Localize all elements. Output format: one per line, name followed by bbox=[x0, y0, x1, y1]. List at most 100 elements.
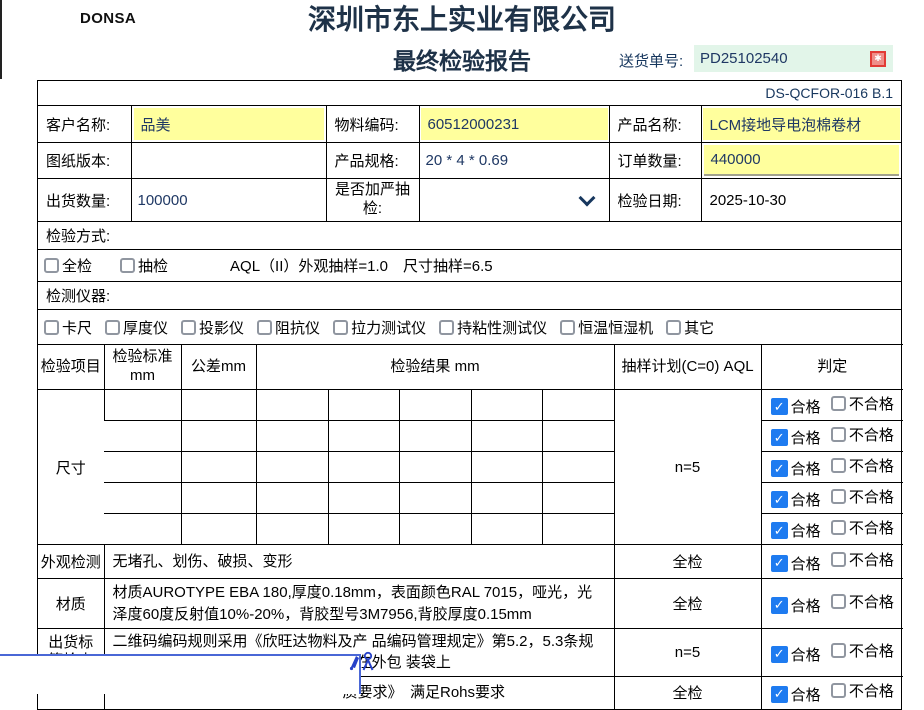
result-cell[interactable] bbox=[256, 421, 328, 452]
thickness-gauge-label: 厚度仪 bbox=[123, 317, 168, 338]
fail-label: 不合格 bbox=[849, 455, 894, 476]
result-cell[interactable] bbox=[328, 483, 399, 514]
result-cell[interactable] bbox=[399, 452, 471, 483]
pass-checkbox[interactable]: ✓ bbox=[771, 429, 788, 446]
result-cell[interactable] bbox=[542, 483, 614, 514]
result-cell[interactable] bbox=[542, 421, 614, 452]
instrument-option-thickness-gauge[interactable]: 厚度仪 bbox=[105, 317, 168, 338]
material-code-field[interactable]: 60512000231 bbox=[419, 106, 609, 143]
delivery-no-value[interactable]: PD25102540 bbox=[694, 50, 870, 67]
result-cell[interactable] bbox=[471, 514, 542, 545]
sampling-option[interactable]: 抽检 bbox=[120, 255, 168, 276]
fail-checkbox[interactable] bbox=[831, 520, 846, 535]
sampling-checkbox[interactable] bbox=[120, 258, 135, 273]
result-cell[interactable] bbox=[328, 514, 399, 545]
result-cell[interactable] bbox=[256, 483, 328, 514]
standard-cell[interactable] bbox=[104, 452, 181, 483]
instrument-option-tension-tester[interactable]: 拉力测试仪 bbox=[333, 317, 426, 338]
ship-qty-field[interactable]: 100000 bbox=[131, 179, 326, 222]
fail-checkbox[interactable] bbox=[831, 427, 846, 442]
spec-value[interactable]: 20 * 4 * 0.69 bbox=[420, 152, 515, 169]
adhesion-tester-checkbox[interactable] bbox=[439, 320, 454, 335]
spec-field[interactable]: 20 * 4 * 0.69 bbox=[419, 143, 609, 179]
delivery-no-field[interactable]: PD25102540 ✱ bbox=[694, 45, 893, 72]
strict-inspection-dropdown[interactable] bbox=[419, 179, 609, 222]
result-cell[interactable] bbox=[256, 514, 328, 545]
order-qty-field[interactable]: 440000 bbox=[701, 143, 901, 179]
ship-qty-value[interactable]: 100000 bbox=[132, 192, 194, 209]
pass-checkbox[interactable]: ✓ bbox=[771, 398, 788, 415]
drawing-version-field[interactable] bbox=[131, 143, 326, 179]
clear-field-icon[interactable]: ✱ bbox=[870, 51, 886, 67]
result-cell[interactable] bbox=[399, 483, 471, 514]
result-cell[interactable] bbox=[399, 514, 471, 545]
instrument-option-other[interactable]: 其它 bbox=[666, 317, 714, 338]
climate-chamber-checkbox[interactable] bbox=[560, 320, 575, 335]
result-cell[interactable] bbox=[471, 452, 542, 483]
pass-checkbox[interactable]: ✓ bbox=[771, 460, 788, 477]
result-cell[interactable] bbox=[399, 390, 471, 421]
pass-checkbox[interactable]: ✓ bbox=[771, 686, 788, 703]
full-check-label: 全检 bbox=[62, 255, 92, 276]
tolerance-cell[interactable] bbox=[181, 390, 256, 421]
order-qty-value[interactable]: 440000 bbox=[704, 145, 900, 176]
tolerance-cell[interactable] bbox=[181, 421, 256, 452]
full-check-checkbox[interactable] bbox=[44, 258, 59, 273]
instrument-option-climate-chamber[interactable]: 恒温恒湿机 bbox=[560, 317, 653, 338]
impedance-checkbox[interactable] bbox=[257, 320, 272, 335]
fail-checkbox[interactable] bbox=[831, 683, 846, 698]
standard-cell[interactable] bbox=[104, 421, 181, 452]
fail-checkbox[interactable] bbox=[831, 458, 846, 473]
pass-checkbox[interactable]: ✓ bbox=[771, 522, 788, 539]
pass-label: 合格 bbox=[791, 396, 821, 417]
spec-label: 产品规格: bbox=[326, 143, 419, 179]
inspect-date-field[interactable]: 2025-10-30 bbox=[701, 179, 901, 222]
result-cell[interactable] bbox=[328, 421, 399, 452]
fail-checkbox[interactable] bbox=[831, 489, 846, 504]
result-cell[interactable] bbox=[542, 514, 614, 545]
tolerance-cell[interactable] bbox=[181, 452, 256, 483]
result-cell[interactable] bbox=[471, 483, 542, 514]
other-instrument-checkbox[interactable] bbox=[666, 320, 681, 335]
product-name-field[interactable]: LCM接地导电泡棉卷材 bbox=[701, 106, 901, 143]
instrument-option-caliper[interactable]: 卡尺 bbox=[44, 317, 92, 338]
tension-tester-checkbox[interactable] bbox=[333, 320, 348, 335]
customer-field[interactable]: 品美 bbox=[131, 106, 326, 143]
drawing-version-value[interactable] bbox=[132, 152, 144, 169]
fail-checkbox[interactable] bbox=[831, 594, 846, 609]
material-code-value[interactable]: 60512000231 bbox=[421, 108, 608, 140]
fail-checkbox[interactable] bbox=[831, 552, 846, 567]
instrument-option-impedance[interactable]: 阻抗仪 bbox=[257, 317, 320, 338]
tolerance-cell[interactable] bbox=[181, 483, 256, 514]
projector-checkbox[interactable] bbox=[181, 320, 196, 335]
full-check-option[interactable]: 全检 bbox=[44, 255, 92, 276]
pass-checkbox[interactable]: ✓ bbox=[771, 491, 788, 508]
customer-value[interactable]: 品美 bbox=[134, 108, 324, 140]
result-cell[interactable] bbox=[328, 390, 399, 421]
standard-cell[interactable] bbox=[104, 514, 181, 545]
result-cell[interactable] bbox=[542, 452, 614, 483]
fail-label: 不合格 bbox=[849, 640, 894, 661]
chevron-down-icon[interactable] bbox=[578, 190, 595, 207]
fail-checkbox[interactable] bbox=[831, 643, 846, 658]
pass-checkbox[interactable]: ✓ bbox=[771, 597, 788, 614]
tolerance-cell[interactable] bbox=[181, 514, 256, 545]
result-cell[interactable] bbox=[328, 452, 399, 483]
fail-checkbox[interactable] bbox=[831, 396, 846, 411]
result-cell[interactable] bbox=[256, 390, 328, 421]
result-cell[interactable] bbox=[399, 421, 471, 452]
result-cell[interactable] bbox=[471, 390, 542, 421]
result-cell[interactable] bbox=[471, 421, 542, 452]
standard-cell[interactable] bbox=[104, 390, 181, 421]
inspect-date-value[interactable]: 2025-10-30 bbox=[702, 192, 795, 209]
result-cell[interactable] bbox=[256, 452, 328, 483]
result-cell[interactable] bbox=[542, 390, 614, 421]
product-name-value[interactable]: LCM接地导电泡棉卷材 bbox=[703, 108, 901, 140]
thickness-gauge-checkbox[interactable] bbox=[105, 320, 120, 335]
standard-cell[interactable] bbox=[104, 483, 181, 514]
caliper-checkbox[interactable] bbox=[44, 320, 59, 335]
pass-checkbox[interactable]: ✓ bbox=[771, 646, 788, 663]
instrument-option-projector[interactable]: 投影仪 bbox=[181, 317, 244, 338]
pass-checkbox[interactable]: ✓ bbox=[771, 555, 788, 572]
instrument-option-adhesion-tester[interactable]: 持粘性测试仪 bbox=[439, 317, 547, 338]
